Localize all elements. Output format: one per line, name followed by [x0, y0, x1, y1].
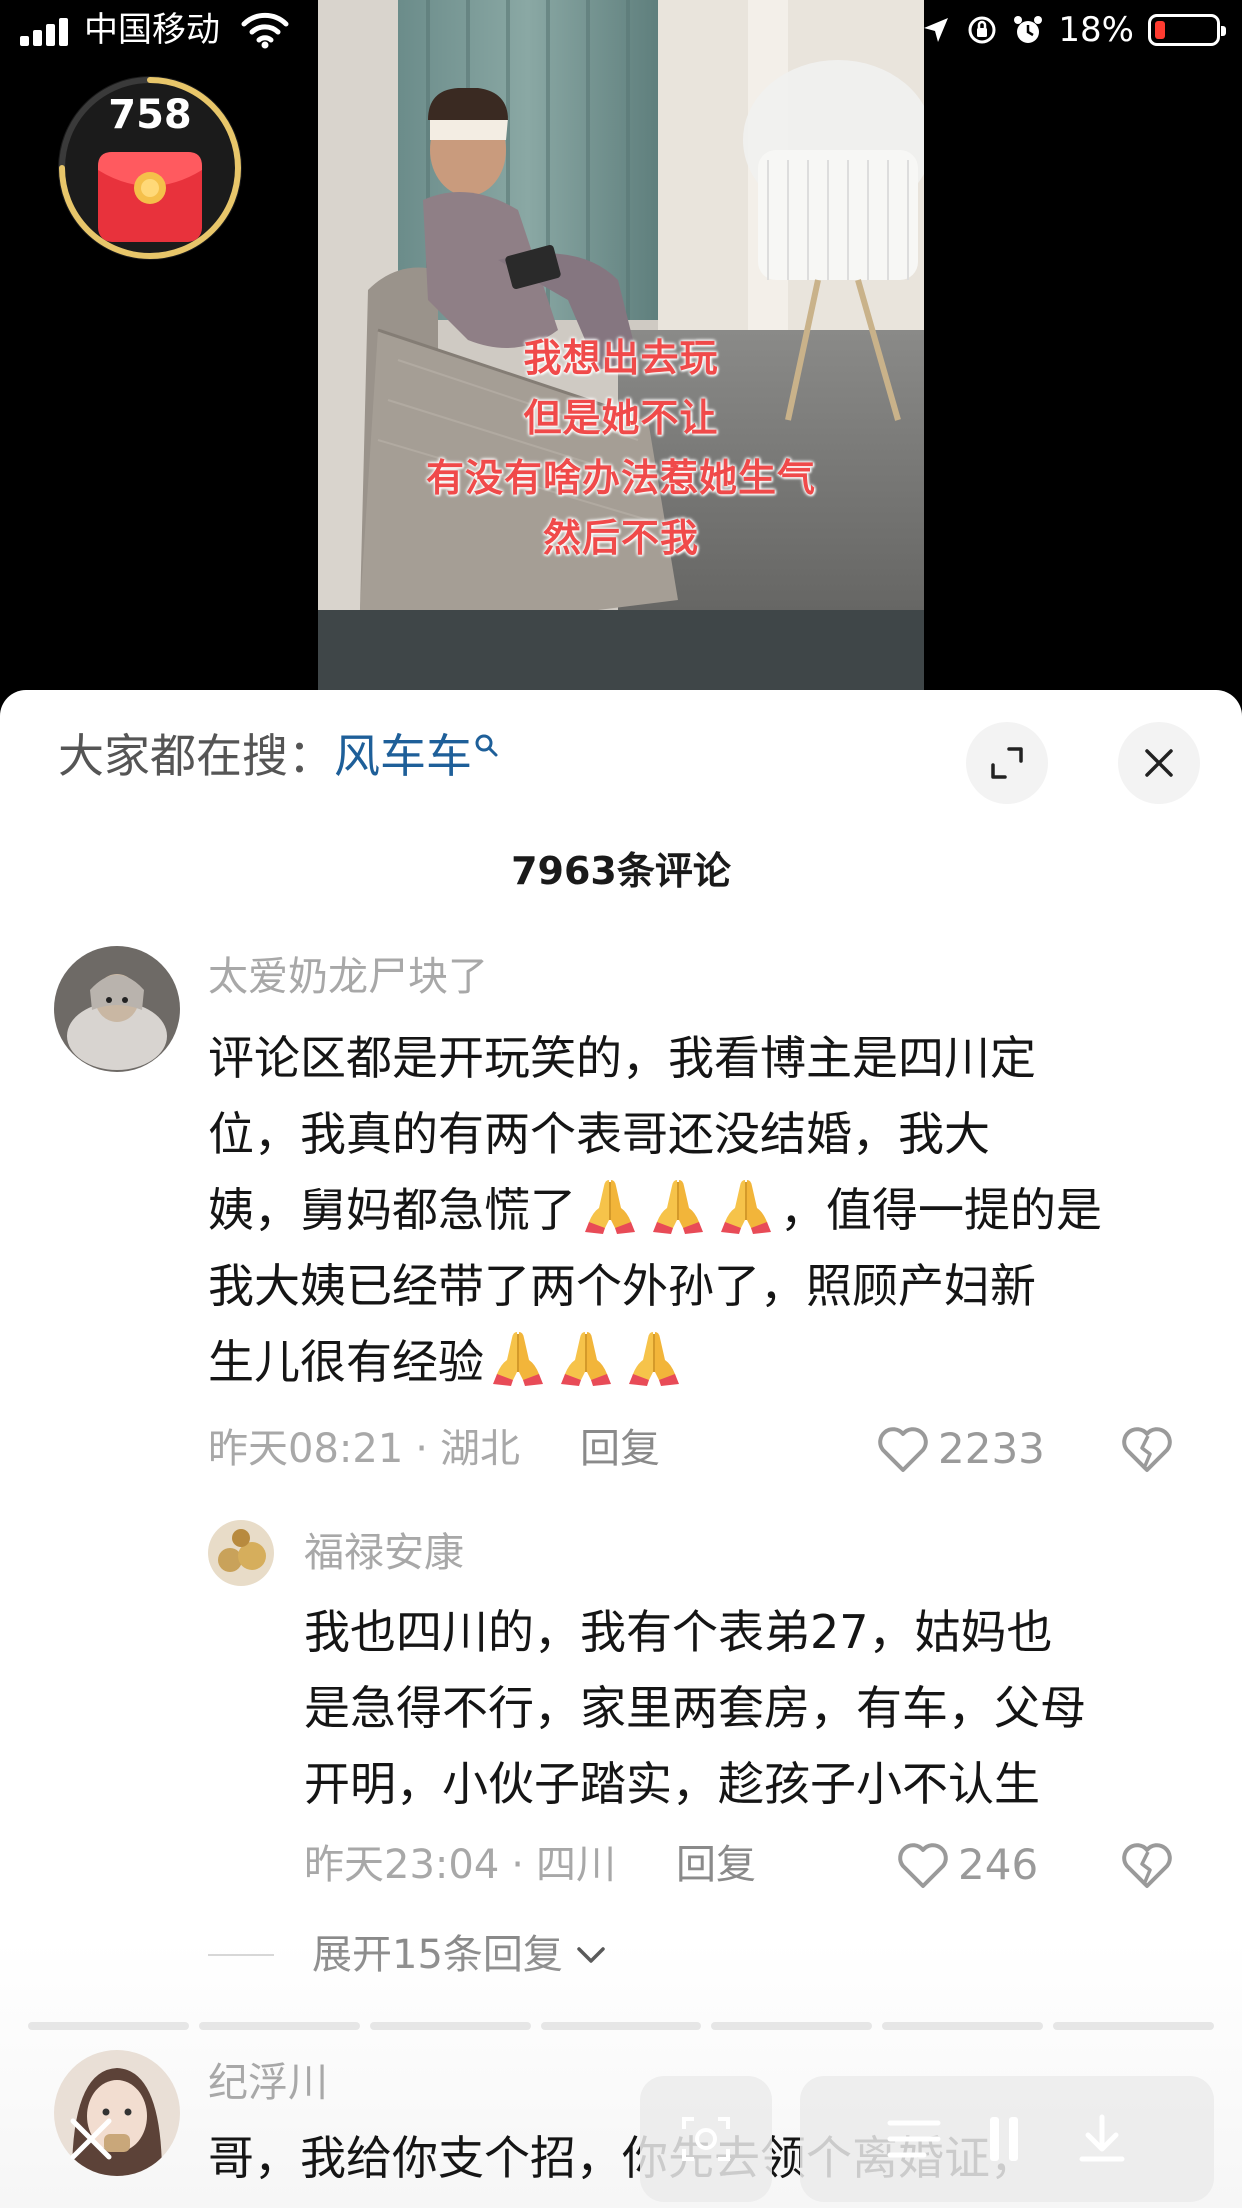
- folded-hands-emoji: [579, 1174, 641, 1236]
- comment-location: 湖北: [440, 1426, 520, 1472]
- close-player-button[interactable]: [28, 2076, 154, 2202]
- download-icon[interactable]: [1074, 2111, 1130, 2167]
- comment-sheet: 大家都在搜：风车车 7963条评论 太爱奶龙尸块了 评论区都是开玩笑的，我看博主…: [0, 690, 1242, 2208]
- reply-username[interactable]: 福禄安康: [304, 1528, 464, 1578]
- cellular-signal-icon: [20, 16, 68, 46]
- reply-text: 我也四川的，我有个表弟27，姑妈也 是急得不行，家里两套房，有车，父母 开明，小…: [304, 1594, 1224, 1822]
- reward-count: 758: [108, 92, 192, 138]
- close-icon: [70, 2118, 112, 2160]
- red-envelope-icon: [98, 152, 202, 242]
- comment-username[interactable]: 纪浮川: [208, 2058, 328, 2108]
- folded-hands-emoji: [487, 1326, 549, 1388]
- alarm-icon: [1014, 16, 1043, 43]
- comment-text: 评论区都是开玩笑的，我看博主是四川定 位，我真的有两个表哥还没结婚，我大 姨，舅…: [208, 1020, 1208, 1400]
- broken-heart-icon[interactable]: [1120, 1840, 1174, 1890]
- meta-separator: ·: [511, 1842, 524, 1888]
- location-arrow-icon: [924, 18, 949, 42]
- comment-line-part: 生儿很有经验: [208, 1335, 484, 1389]
- red-envelope-reward-widget[interactable]: 758: [52, 70, 248, 266]
- avatar[interactable]: [208, 1520, 274, 1586]
- reply-meta: 昨天23:04 · 四川 回复: [304, 1840, 756, 1890]
- trending-search-hint[interactable]: 大家都在搜：风车车: [58, 726, 500, 786]
- video-player[interactable]: 我想出去玩 但是她不让 有没有啥办法惹她生气 然后不我: [318, 0, 924, 690]
- fullscreen-icon: [991, 747, 1023, 779]
- playlist-icon[interactable]: [884, 2111, 944, 2167]
- video-caption: 我想出去玩 但是她不让 有没有啥办法惹她生气 然后不我: [318, 328, 924, 568]
- player-controls: [800, 2076, 1214, 2202]
- video-caption-line: 但是她不让: [523, 396, 719, 440]
- pause-icon[interactable]: [984, 2111, 1024, 2167]
- orientation-lock-icon: [968, 16, 996, 44]
- like-button[interactable]: 2233: [876, 1424, 1045, 1474]
- reply-line: 开明，小伙子踏实，趁孩子小不认生: [304, 1757, 1040, 1811]
- folded-hands-emoji: [555, 1326, 617, 1388]
- wifi-icon: [241, 12, 289, 49]
- reply-line: 是急得不行，家里两套房，有车，父母: [304, 1681, 1086, 1735]
- comment-line: 姨，舅妈都急慌了 ，值得一提的是: [208, 1172, 1208, 1248]
- comment-username[interactable]: 太爱奶龙尸块了: [208, 952, 488, 1002]
- carrier-name: 中国移动: [84, 10, 220, 50]
- reply-button[interactable]: 回复: [676, 1840, 756, 1890]
- search-hint-label: 大家都在搜：: [58, 729, 334, 783]
- heart-icon: [898, 1843, 948, 1888]
- like-count: 246: [958, 1840, 1039, 1889]
- comment-line: 位，我真的有两个表哥还没结婚，我大: [208, 1107, 990, 1161]
- comment-line: 评论区都是开玩笑的，我看博主是四川定: [208, 1031, 1036, 1085]
- video-caption-line: 有没有啥办法惹她生气: [425, 456, 816, 500]
- avatar[interactable]: [54, 946, 180, 1072]
- comment-line-part: 姨，舅妈都急慌了: [208, 1183, 576, 1237]
- reply-time: 昨天23:04: [304, 1842, 500, 1888]
- comment-line: 我大姨已经带了两个外孙了，照顾产妇新: [208, 1259, 1036, 1313]
- close-icon: [1145, 749, 1173, 777]
- comment-count: 7963条评论: [511, 849, 731, 893]
- comment-meta: 昨天08:21 · 湖北 回复: [208, 1424, 660, 1474]
- scan-icon: [682, 2117, 730, 2161]
- heart-icon: [878, 1427, 928, 1472]
- comment-line: 生儿很有经验: [208, 1324, 1208, 1400]
- search-keyword[interactable]: 风车车: [334, 729, 472, 783]
- folded-hands-emoji: [715, 1174, 777, 1236]
- video-caption-line: 然后不我: [542, 516, 699, 560]
- close-comments-button[interactable]: [1118, 722, 1200, 804]
- comment-time: 昨天08:21: [208, 1426, 404, 1472]
- like-count: 2233: [938, 1424, 1045, 1473]
- battery-percentage: 18%: [1058, 10, 1134, 50]
- search-icon: [475, 734, 498, 757]
- video-caption-line: 我想出去玩: [523, 336, 719, 380]
- reply-location: 四川: [536, 1842, 616, 1888]
- folded-hands-emoji: [647, 1174, 709, 1236]
- scan-button[interactable]: [640, 2076, 772, 2202]
- reply-button[interactable]: 回复: [580, 1424, 660, 1474]
- reply-line: 我也四川的，我有个表弟27，姑妈也: [304, 1605, 1053, 1659]
- like-button[interactable]: 246: [896, 1840, 1038, 1890]
- battery-level: [1155, 21, 1165, 39]
- folded-hands-emoji: [623, 1326, 685, 1388]
- comment-line-part: ，值得一提的是: [780, 1183, 1102, 1237]
- meta-separator: ·: [415, 1426, 428, 1472]
- status-bar: 中国移动 18%: [0, 0, 1242, 64]
- video-progress-bar[interactable]: [28, 2022, 1215, 2030]
- fullscreen-button[interactable]: [966, 722, 1048, 804]
- battery-icon: [1148, 14, 1226, 46]
- broken-heart-icon[interactable]: [1120, 1424, 1174, 1474]
